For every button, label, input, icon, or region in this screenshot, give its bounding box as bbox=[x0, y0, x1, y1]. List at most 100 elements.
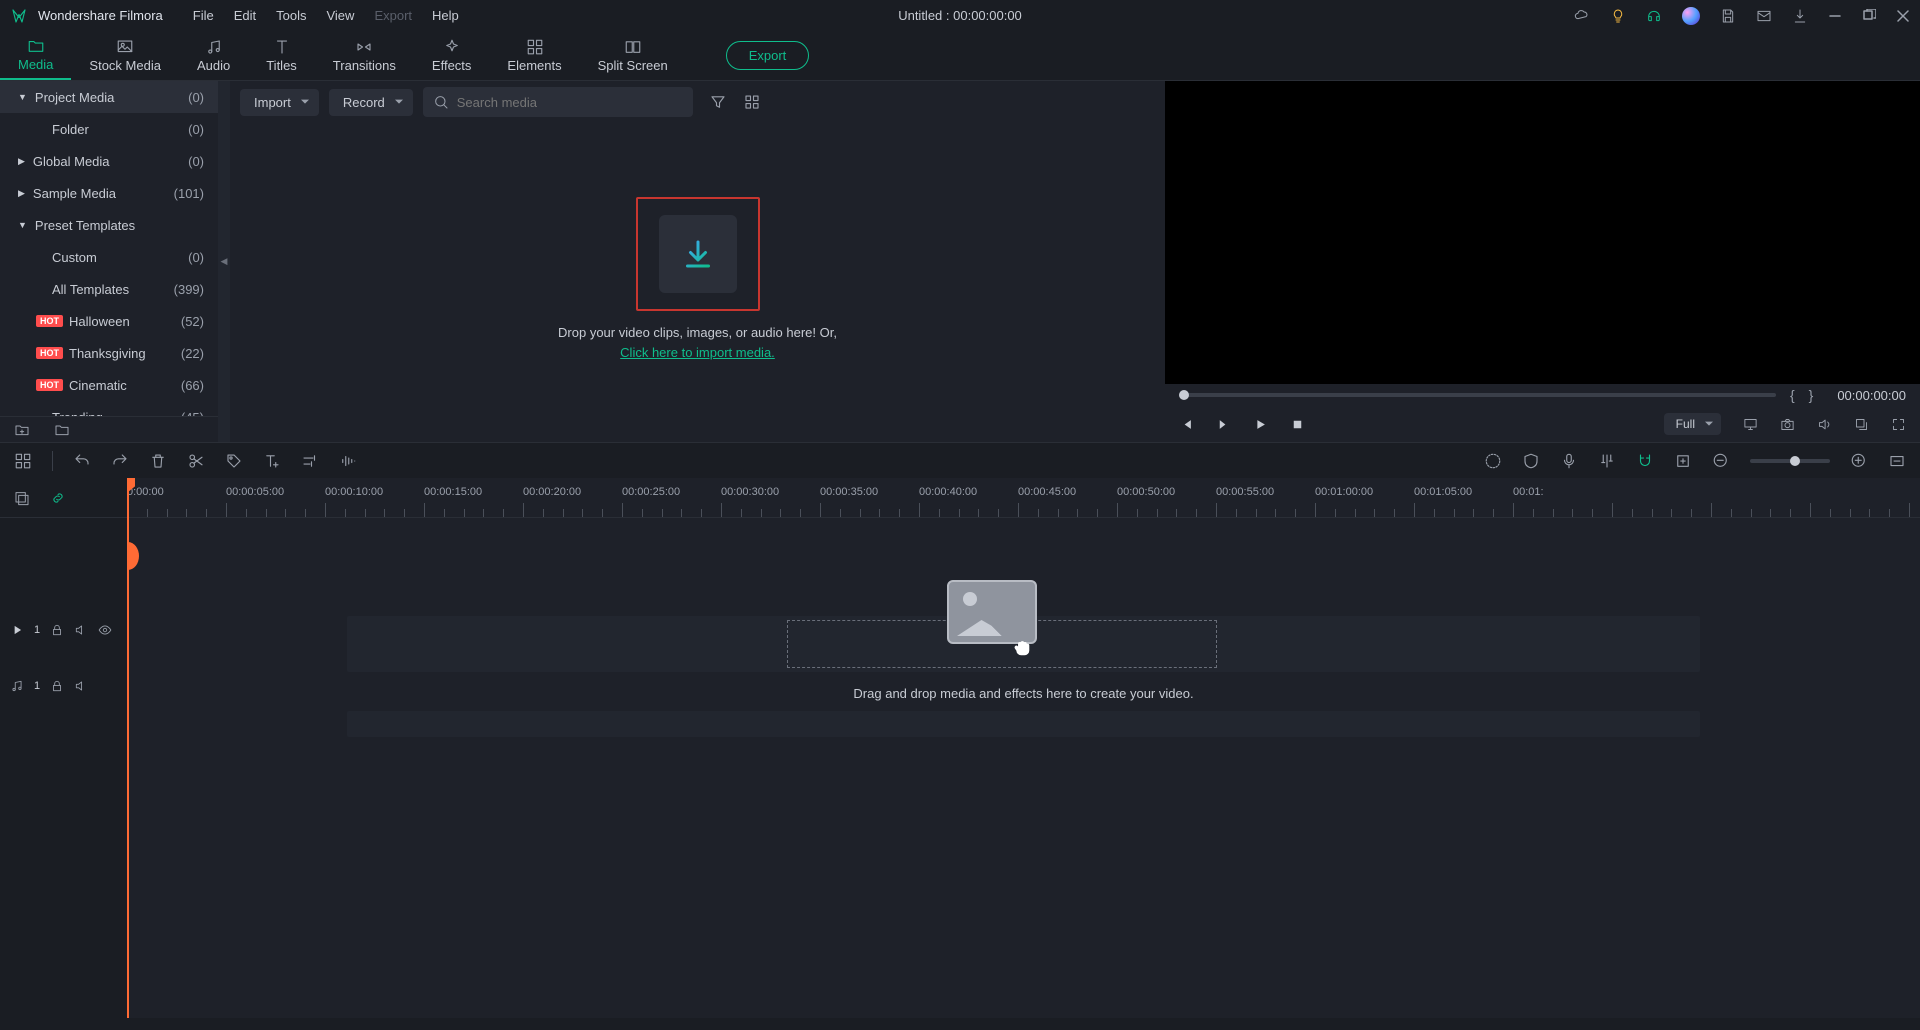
audio-wave-icon[interactable] bbox=[339, 452, 357, 470]
tree-custom[interactable]: Custom(0) bbox=[0, 241, 218, 273]
monitor-icon[interactable] bbox=[1743, 417, 1758, 432]
export-button[interactable]: Export bbox=[726, 41, 810, 70]
link-icon[interactable] bbox=[50, 490, 66, 506]
media-drop-zone[interactable]: Drop your video clips, images, or audio … bbox=[230, 117, 1165, 442]
menu-edit[interactable]: Edit bbox=[234, 8, 256, 23]
preview-viewport[interactable] bbox=[1165, 81, 1920, 384]
app-logo-icon bbox=[10, 7, 28, 25]
audio-track-lane[interactable] bbox=[347, 711, 1700, 737]
stop-icon[interactable] bbox=[1290, 417, 1305, 432]
tag-icon[interactable] bbox=[225, 452, 243, 470]
mark-out-icon[interactable]: } bbox=[1809, 387, 1814, 403]
tree-global-media[interactable]: Global Media(0) bbox=[0, 145, 218, 177]
menu-bar: File Edit Tools View Export Help bbox=[193, 8, 459, 23]
elements-icon bbox=[526, 38, 544, 56]
lightbulb-icon[interactable] bbox=[1610, 8, 1626, 24]
zoom-fit-icon[interactable] bbox=[1888, 452, 1906, 470]
prev-frame-icon[interactable] bbox=[1179, 417, 1194, 432]
menu-view[interactable]: View bbox=[326, 8, 354, 23]
undo-icon[interactable] bbox=[73, 452, 91, 470]
record-dropdown[interactable]: Record bbox=[329, 89, 413, 116]
tree-cinematic[interactable]: HOTCinematic(66) bbox=[0, 369, 218, 401]
grid-view-icon[interactable] bbox=[743, 93, 761, 111]
scissors-icon[interactable] bbox=[187, 452, 205, 470]
tab-media[interactable]: Media bbox=[0, 31, 71, 80]
play-icon[interactable] bbox=[1253, 417, 1268, 432]
text-plus-icon[interactable] bbox=[263, 452, 281, 470]
pop-out-icon[interactable] bbox=[1854, 417, 1869, 432]
preview-timecode: 00:00:00:00 bbox=[1837, 388, 1906, 403]
tab-stock-media[interactable]: Stock Media bbox=[71, 31, 179, 80]
tree-preset-templates[interactable]: Preset Templates bbox=[0, 209, 218, 241]
delete-icon[interactable] bbox=[149, 452, 167, 470]
headset-icon[interactable] bbox=[1646, 8, 1662, 24]
filter-icon[interactable] bbox=[709, 93, 727, 111]
menu-help[interactable]: Help bbox=[432, 8, 459, 23]
folder-outline-icon[interactable] bbox=[54, 422, 70, 438]
shield-icon[interactable] bbox=[1522, 452, 1540, 470]
audio-track-icon bbox=[10, 679, 24, 693]
tree-folder[interactable]: Folder(0) bbox=[0, 113, 218, 145]
menu-file[interactable]: File bbox=[193, 8, 214, 23]
mic-icon[interactable] bbox=[1560, 452, 1578, 470]
preview-resolution-dropdown[interactable]: Full bbox=[1664, 413, 1721, 435]
mute-icon[interactable] bbox=[74, 679, 88, 693]
lock-icon[interactable] bbox=[50, 679, 64, 693]
import-media-box[interactable] bbox=[636, 197, 760, 311]
tab-audio[interactable]: Audio bbox=[179, 31, 248, 80]
redo-icon[interactable] bbox=[111, 452, 129, 470]
timeline-body[interactable]: 0:00:0000:00:05:0000:00:10:0000:00:15:00… bbox=[127, 478, 1920, 1018]
fullscreen-icon[interactable] bbox=[1891, 417, 1906, 432]
import-dropdown[interactable]: Import bbox=[240, 89, 319, 116]
tab-split-screen[interactable]: Split Screen bbox=[580, 31, 686, 80]
minimize-button[interactable] bbox=[1828, 9, 1842, 23]
save-icon[interactable] bbox=[1720, 8, 1736, 24]
close-button[interactable] bbox=[1896, 9, 1910, 23]
tree-halloween[interactable]: HOTHalloween(52) bbox=[0, 305, 218, 337]
tree-all-templates[interactable]: All Templates(399) bbox=[0, 273, 218, 305]
tree-trending[interactable]: Trending(45) bbox=[0, 401, 218, 416]
scrub-slider[interactable] bbox=[1179, 393, 1776, 397]
tab-elements[interactable]: Elements bbox=[489, 31, 579, 80]
tab-titles[interactable]: Titles bbox=[248, 31, 315, 80]
video-track-lane[interactable] bbox=[347, 616, 1700, 672]
mute-icon[interactable] bbox=[74, 623, 88, 637]
marker-icon[interactable] bbox=[1674, 452, 1692, 470]
zoom-out-icon[interactable] bbox=[1712, 452, 1730, 470]
layout-icon[interactable] bbox=[14, 452, 32, 470]
track-manager-icon[interactable] bbox=[14, 490, 30, 506]
playhead[interactable] bbox=[127, 478, 129, 1018]
magnet-icon[interactable] bbox=[1636, 452, 1654, 470]
search-media-input[interactable] bbox=[457, 95, 683, 110]
render-icon[interactable] bbox=[1484, 452, 1502, 470]
adjust-icon[interactable] bbox=[301, 452, 319, 470]
mail-icon[interactable] bbox=[1756, 8, 1772, 24]
step-play-icon[interactable] bbox=[1216, 417, 1231, 432]
grab-cursor-icon bbox=[1012, 638, 1032, 658]
user-avatar-icon[interactable] bbox=[1682, 7, 1700, 25]
lock-icon[interactable] bbox=[50, 623, 64, 637]
maximize-button[interactable] bbox=[1862, 9, 1876, 23]
download-icon[interactable] bbox=[1792, 8, 1808, 24]
zoom-in-icon[interactable] bbox=[1850, 452, 1868, 470]
menu-tools[interactable]: Tools bbox=[276, 8, 306, 23]
import-media-link[interactable]: Click here to import media. bbox=[620, 345, 775, 360]
eye-icon[interactable] bbox=[98, 623, 112, 637]
cloud-icon[interactable] bbox=[1574, 8, 1590, 24]
tab-transitions[interactable]: Transitions bbox=[315, 31, 414, 80]
transitions-icon bbox=[355, 38, 373, 56]
mark-in-icon[interactable]: { bbox=[1790, 387, 1795, 403]
zoom-slider[interactable] bbox=[1750, 459, 1830, 463]
tree-project-media[interactable]: Project Media(0) bbox=[0, 81, 218, 113]
volume-icon[interactable] bbox=[1817, 417, 1832, 432]
timeline-ruler[interactable]: 0:00:0000:00:05:0000:00:10:0000:00:15:00… bbox=[127, 478, 1920, 518]
tree-sample-media[interactable]: Sample Media(101) bbox=[0, 177, 218, 209]
audio-mixer-icon[interactable] bbox=[1598, 452, 1616, 470]
tab-effects[interactable]: Effects bbox=[414, 31, 490, 80]
sidebar-collapse-handle[interactable]: ◀ bbox=[218, 81, 230, 442]
camera-snapshot-icon[interactable] bbox=[1780, 417, 1795, 432]
ruler-label: 00:00:45:00 bbox=[1018, 486, 1076, 498]
new-folder-icon[interactable] bbox=[14, 422, 30, 438]
ruler-label: 00:00:10:00 bbox=[325, 486, 383, 498]
tree-thanksgiving[interactable]: HOTThanksgiving(22) bbox=[0, 337, 218, 369]
